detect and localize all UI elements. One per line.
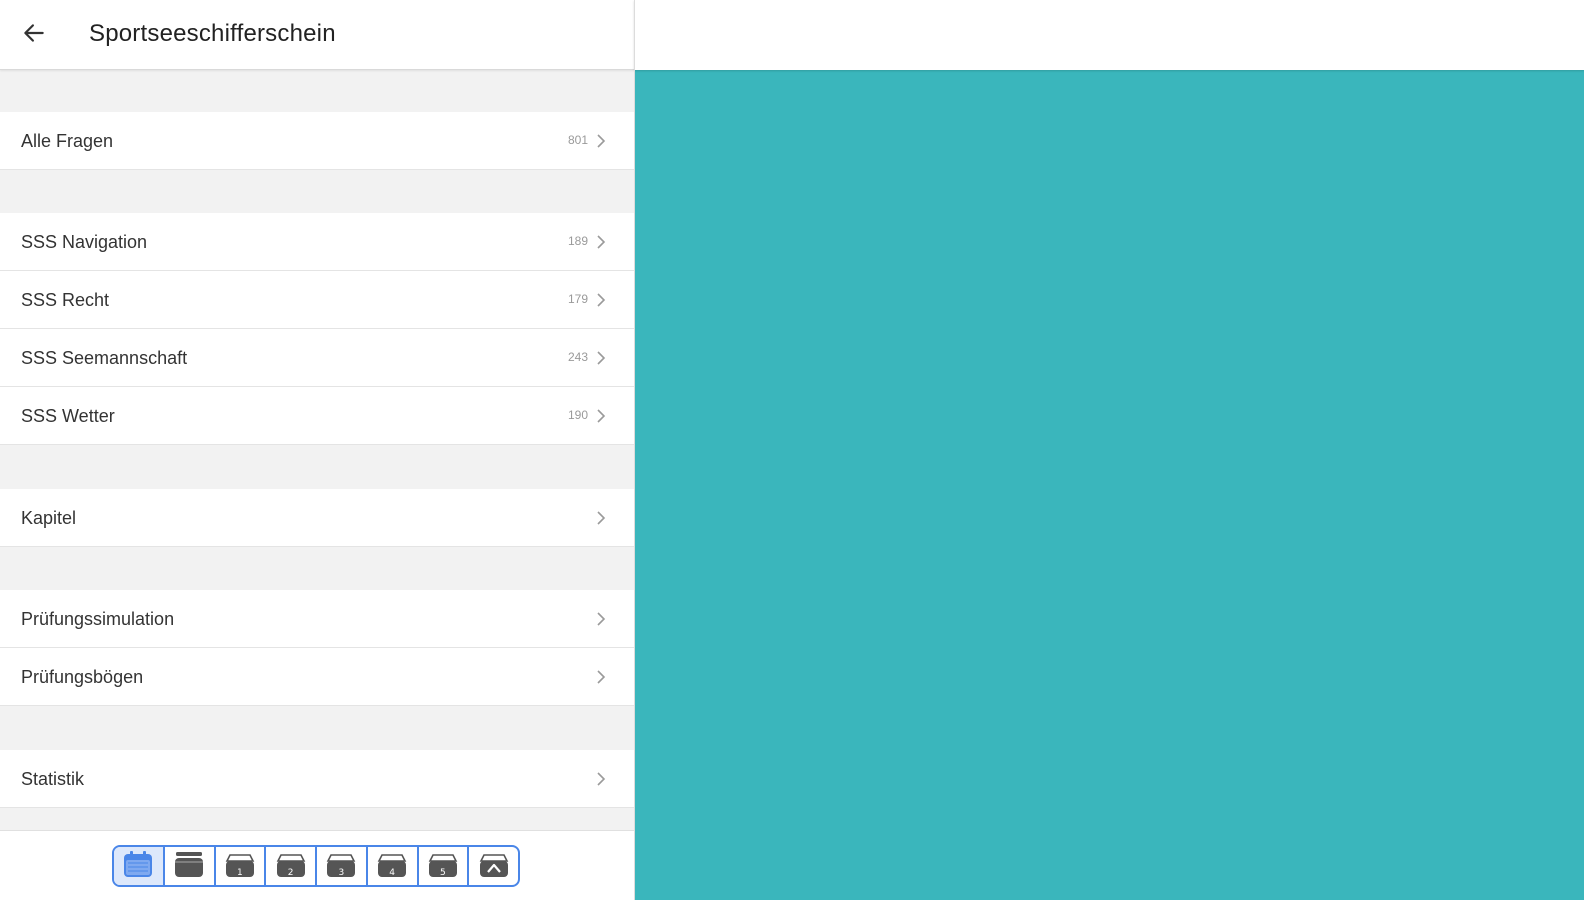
chevron-right-icon xyxy=(594,770,608,788)
box-number-label: 4 xyxy=(389,868,395,878)
section-gap xyxy=(0,170,634,213)
calendar-icon xyxy=(122,849,154,884)
question-count: 801 xyxy=(567,133,588,147)
box-4-button[interactable]: 4 xyxy=(368,847,419,885)
section-gap xyxy=(0,445,634,489)
list-item-pruefungssimulation[interactable]: Prüfungssimulation xyxy=(0,590,634,648)
navigation-pane: Sportseeschifferschein Alle Fragen 801 S… xyxy=(0,0,634,900)
box-4-icon xyxy=(376,849,408,884)
chevron-right-icon xyxy=(594,132,608,150)
chevron-right-icon xyxy=(594,291,608,309)
box-mastered-icon xyxy=(478,849,510,884)
box-1-button[interactable]: 1 xyxy=(216,847,267,885)
list-item-label: Statistik xyxy=(21,769,85,789)
box-number-label: 5 xyxy=(440,868,446,878)
box-mastered-button[interactable] xyxy=(469,847,518,885)
menu-list: Alle Fragen 801 SSS Navigation 189 SSS R… xyxy=(0,70,634,808)
app-bar: Sportseeschifferschein xyxy=(0,0,634,70)
detail-content-area xyxy=(634,70,1584,900)
list-item-label: SSS Navigation xyxy=(21,232,148,252)
list-item-alle-fragen[interactable]: Alle Fragen 801 xyxy=(0,112,634,170)
list-item-sss-recht[interactable]: SSS Recht 179 xyxy=(0,271,634,329)
list-item-sss-wetter[interactable]: SSS Wetter 190 xyxy=(0,387,634,445)
calendar-button[interactable] xyxy=(114,847,165,885)
box-number-label: 1 xyxy=(237,868,243,878)
box-all-icon xyxy=(173,849,205,884)
box-3-icon xyxy=(325,849,357,884)
chevron-right-icon xyxy=(594,407,608,425)
list-item-kapitel[interactable]: Kapitel xyxy=(0,489,634,547)
list-item-label: SSS Recht xyxy=(21,290,110,310)
detail-pane xyxy=(634,0,1584,900)
box-2-button[interactable]: 2 xyxy=(266,847,317,885)
box-3-button[interactable]: 3 xyxy=(317,847,368,885)
list-item-statistik[interactable]: Statistik xyxy=(0,750,634,808)
box-all-button[interactable] xyxy=(165,847,216,885)
box-2-icon xyxy=(275,849,307,884)
box-5-icon xyxy=(427,849,459,884)
section-gap xyxy=(0,70,634,112)
chevron-right-icon xyxy=(594,610,608,628)
back-button[interactable] xyxy=(14,17,54,53)
question-count: 189 xyxy=(567,234,588,248)
box-filter-segmented-control: 1 2 3 4 5 xyxy=(112,845,520,887)
chevron-right-icon xyxy=(594,509,608,527)
list-item-sss-seemannschaft[interactable]: SSS Seemannschaft 243 xyxy=(0,329,634,387)
chevron-right-icon xyxy=(594,668,608,686)
list-item-pruefungsboegen[interactable]: Prüfungsbögen xyxy=(0,648,634,706)
pane-divider xyxy=(634,0,635,900)
question-count: 190 xyxy=(567,408,588,422)
box-number-label: 3 xyxy=(338,868,345,878)
page-title: Sportseeschifferschein xyxy=(89,20,336,47)
list-item-label: Kapitel xyxy=(21,508,77,528)
list-item-label: Prüfungssimulation xyxy=(21,609,175,629)
list-item-label: Prüfungsbögen xyxy=(21,667,144,687)
box-5-button[interactable]: 5 xyxy=(419,847,470,885)
box-number-label: 2 xyxy=(287,868,294,878)
section-gap xyxy=(0,547,634,590)
list-item-label: Alle Fragen xyxy=(21,131,114,151)
chevron-right-icon xyxy=(594,233,608,251)
arrow-left-icon xyxy=(21,20,47,51)
question-count: 243 xyxy=(567,350,588,364)
section-gap xyxy=(0,706,634,750)
question-count: 179 xyxy=(567,292,588,306)
chevron-right-icon xyxy=(594,349,608,367)
list-item-label: SSS Wetter xyxy=(21,406,115,426)
box-1-icon xyxy=(224,849,256,884)
detail-app-bar xyxy=(634,0,1584,70)
bottom-toolbar: 1 2 3 4 5 xyxy=(0,830,634,900)
list-item-label: SSS Seemannschaft xyxy=(21,348,188,368)
list-item-sss-navigation[interactable]: SSS Navigation 189 xyxy=(0,213,634,271)
